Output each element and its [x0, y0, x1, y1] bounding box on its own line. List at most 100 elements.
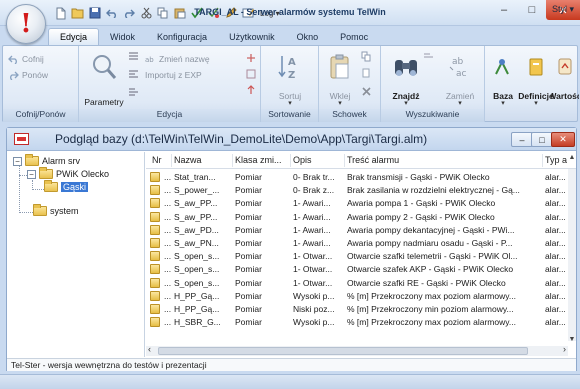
parameters-button[interactable]: Parametry	[84, 52, 124, 107]
tree-node-alarm-srv[interactable]: − Alarm srv	[13, 154, 80, 166]
wartosc-button[interactable]: Wartość	[551, 52, 579, 101]
list-bottom-button[interactable]	[128, 86, 139, 97]
scroll-right-icon[interactable]: ›	[563, 344, 566, 354]
replace-button[interactable]: ab ac Zamień ▾	[441, 52, 479, 107]
paste-button[interactable]: Wklej ▾	[325, 52, 355, 107]
scroll-left-icon[interactable]: ‹	[148, 344, 151, 354]
table-row[interactable]: ... S_open_s... Pomiar 1- Otwar... Otwarcie …	[146, 263, 566, 276]
status-bar	[0, 374, 580, 389]
cell-variable-class: Pomiar	[235, 304, 262, 314]
cell-nr: ...	[164, 277, 172, 288]
copy-icon	[361, 51, 372, 62]
baza-button[interactable]: Baza ▾	[489, 52, 517, 107]
find-next-button[interactable]	[423, 50, 434, 61]
definicje-button[interactable]: Definicje ▾	[518, 52, 554, 107]
tree-node-gaski[interactable]: Gąski	[44, 180, 89, 192]
tab-pomoc[interactable]: Pomoc	[329, 29, 379, 46]
scroll-thumb[interactable]	[158, 347, 528, 355]
table-row[interactable]: ... H_PP_Gą... Pomiar Niski poz... % [m] Prz…	[146, 303, 566, 316]
tab-okno[interactable]: Okno	[286, 29, 330, 46]
redo-button[interactable]: Ponów	[8, 69, 48, 80]
table-row[interactable]: ... H_SBR_G... Pomiar Wysoki p... % [m] Prze…	[146, 316, 566, 329]
cell-name: S_aw_PP...	[174, 198, 218, 209]
find-button[interactable]: Znajdź ▾	[387, 52, 425, 107]
cell-name: S_power_...	[174, 185, 220, 196]
tab-konfiguracja[interactable]: Konfiguracja	[146, 29, 218, 46]
tree-node-label: Gąski	[61, 182, 89, 192]
column-divider[interactable]	[542, 154, 543, 167]
collapse-icon[interactable]: −	[13, 156, 22, 166]
list-mid-button[interactable]	[128, 68, 139, 79]
vertical-scrollbar[interactable]: ▲ ▼	[568, 154, 576, 343]
document-title-bar: Podgląd bazy (d:\TelWin\TelWin_DemoLite\…	[7, 128, 576, 151]
move-up-button[interactable]	[245, 84, 256, 95]
document-restore-button[interactable]: □	[531, 132, 553, 147]
info-icon	[245, 68, 256, 79]
sort-az-icon: AZ	[275, 52, 305, 82]
scroll-down-icon[interactable]: ▼	[568, 336, 576, 343]
table-row[interactable]: ... S_aw_PD... Pomiar 1- Awari... Awaria pom…	[146, 224, 566, 237]
application-menu-button[interactable]: !	[6, 4, 46, 44]
cell-variable-class: Pomiar	[235, 224, 262, 235]
undo-button[interactable]: Cofnij	[8, 53, 44, 64]
column-divider[interactable]	[290, 154, 291, 167]
tab-uzytkownik[interactable]: Użytkownik	[218, 29, 286, 46]
import-button[interactable]: Importuj z EXP	[145, 70, 202, 80]
maximize-button[interactable]: □	[518, 0, 546, 20]
alarm-record-icon	[150, 277, 160, 288]
table-row[interactable]: ... S_power_... Pomiar 0- Brak z... Brak zas…	[146, 184, 566, 197]
edit-group: Parametry ab Zmień nazwę Importuj z EXP	[79, 46, 261, 122]
cell-description: 1- Otwar...	[293, 277, 333, 288]
cell-alarm-text: Brak zasilania w rozdzielni elektrycznej…	[347, 185, 520, 196]
copy-format-button[interactable]	[361, 68, 372, 79]
table-row[interactable]: ... S_open_s... Pomiar 1- Otwar... Otwarcie …	[146, 277, 566, 290]
scroll-up-icon[interactable]: ▲	[568, 154, 576, 161]
import-label: Importuj z EXP	[145, 70, 202, 80]
horizontal-scrollbar[interactable]: ‹ ›	[146, 344, 568, 356]
document-close-button[interactable]: ✕	[551, 132, 575, 147]
list-top-button[interactable]	[128, 50, 139, 61]
alarm-record-icon	[150, 317, 160, 328]
copy-button[interactable]	[361, 51, 372, 62]
cell-nr: ...	[164, 251, 172, 262]
undo-redo-group: Cofnij Ponów Cofnij/Ponów	[3, 46, 79, 122]
column-header-description[interactable]: Opis	[293, 155, 345, 165]
tree-node-label: PWiK Olecko	[56, 169, 110, 179]
column-divider[interactable]	[344, 154, 345, 167]
column-header-variable-class[interactable]: Klasa zmi...	[235, 155, 290, 165]
table-row[interactable]: ... S_aw_PP... Pomiar 1- Awari... Awaria pom…	[146, 197, 566, 210]
table-row[interactable]: ... Stat_tran... Pomiar 0- Brak tr... Brak t…	[146, 171, 566, 184]
column-header-name[interactable]: Nazwa	[174, 155, 232, 165]
alarm-record-icon	[150, 224, 160, 235]
add-button[interactable]	[245, 52, 256, 63]
minimize-button[interactable]: –	[490, 0, 518, 20]
tab-widok[interactable]: Widok	[99, 29, 146, 46]
cell-name: Stat_tran...	[174, 172, 216, 182]
cell-nr: ...	[164, 290, 172, 301]
table-row[interactable]: ... S_aw_PP... Pomiar 1- Awari... Awaria pom…	[146, 211, 566, 224]
table-row[interactable]: ... H_PP_Gą... Pomiar Wysoki p... % [m] Prze…	[146, 290, 566, 303]
column-header-alarm-text[interactable]: Treść alarmu	[347, 155, 543, 165]
table-row[interactable]: ... S_aw_PN... Pomiar 1- Awari... Awaria pom…	[146, 237, 566, 250]
tree-node-system[interactable]: system	[33, 204, 79, 216]
column-header-nr[interactable]: Nr	[152, 155, 172, 165]
tree-node-pwik-olecko[interactable]: − PWiK Olecko	[27, 167, 110, 179]
tab-edycja[interactable]: Edycja	[48, 28, 100, 46]
table-row[interactable]: ... S_open_s... Pomiar 1- Otwar... Otwarcie …	[146, 250, 566, 263]
cell-name: S_open_s...	[174, 277, 220, 288]
delete-button[interactable]	[361, 86, 372, 97]
document-minimize-button[interactable]: –	[511, 132, 533, 147]
cell-description: 1- Otwar...	[293, 251, 333, 262]
sort-button[interactable]: AZ Sortuj ▾	[273, 52, 307, 107]
column-divider[interactable]	[171, 154, 172, 167]
rename-button[interactable]: ab Zmień nazwę	[145, 53, 210, 64]
find-next-icon	[423, 50, 434, 61]
column-divider[interactable]	[232, 154, 233, 167]
info-text: Tel-Ster - wersja wewnętrzna do testów i…	[11, 360, 207, 370]
cell-description: 0- Brak tr...	[293, 172, 335, 182]
style-dropdown[interactable]: Styl ▾	[552, 4, 574, 15]
cell-alarm-text: Awaria pompy dekantacyjnej - Gąski - PWi…	[347, 224, 515, 235]
collapse-icon[interactable]: −	[27, 169, 36, 179]
info-button[interactable]	[245, 68, 256, 79]
add-icon	[245, 52, 256, 63]
